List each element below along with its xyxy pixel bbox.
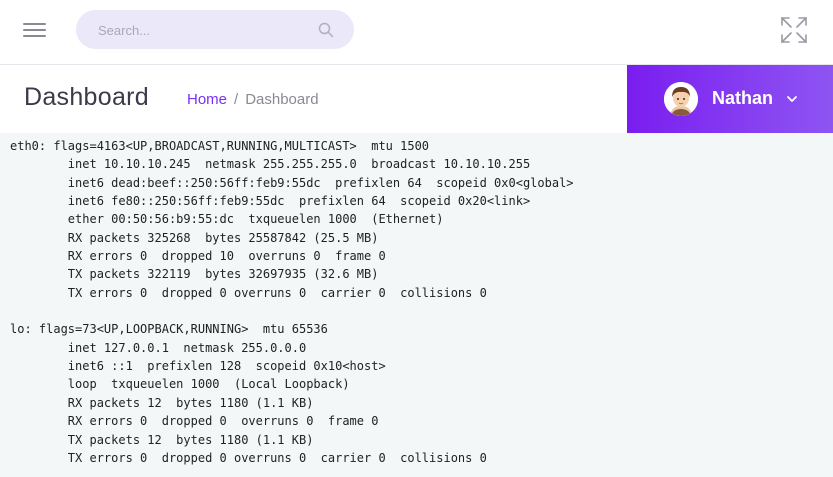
breadcrumb-current: Dashboard: [245, 91, 319, 108]
chevron-down-icon[interactable]: [785, 92, 799, 106]
avatar-icon: [664, 82, 698, 116]
user-name: Nathan: [712, 88, 774, 108]
terminal-output: eth0: flags=4163<UP,BROADCAST,RUNNING,MU…: [0, 133, 833, 477]
search-icon[interactable]: [318, 22, 334, 38]
expand-icon[interactable]: [780, 16, 808, 44]
user-menu[interactable]: Nathan: [627, 65, 833, 133]
top-bar: [0, 0, 833, 65]
page-title: Dashboard: [24, 83, 150, 111]
breadcrumb-separator: /: [234, 91, 239, 108]
breadcrumb: Home / Dashboard: [187, 91, 319, 108]
hamburger-icon[interactable]: [23, 23, 47, 39]
search-box: [76, 10, 354, 51]
terminal-text: eth0: flags=4163<UP,BROADCAST,RUNNING,MU…: [10, 139, 574, 465]
search-input[interactable]: [96, 10, 300, 51]
breadcrumb-home-link[interactable]: Home: [187, 91, 227, 108]
